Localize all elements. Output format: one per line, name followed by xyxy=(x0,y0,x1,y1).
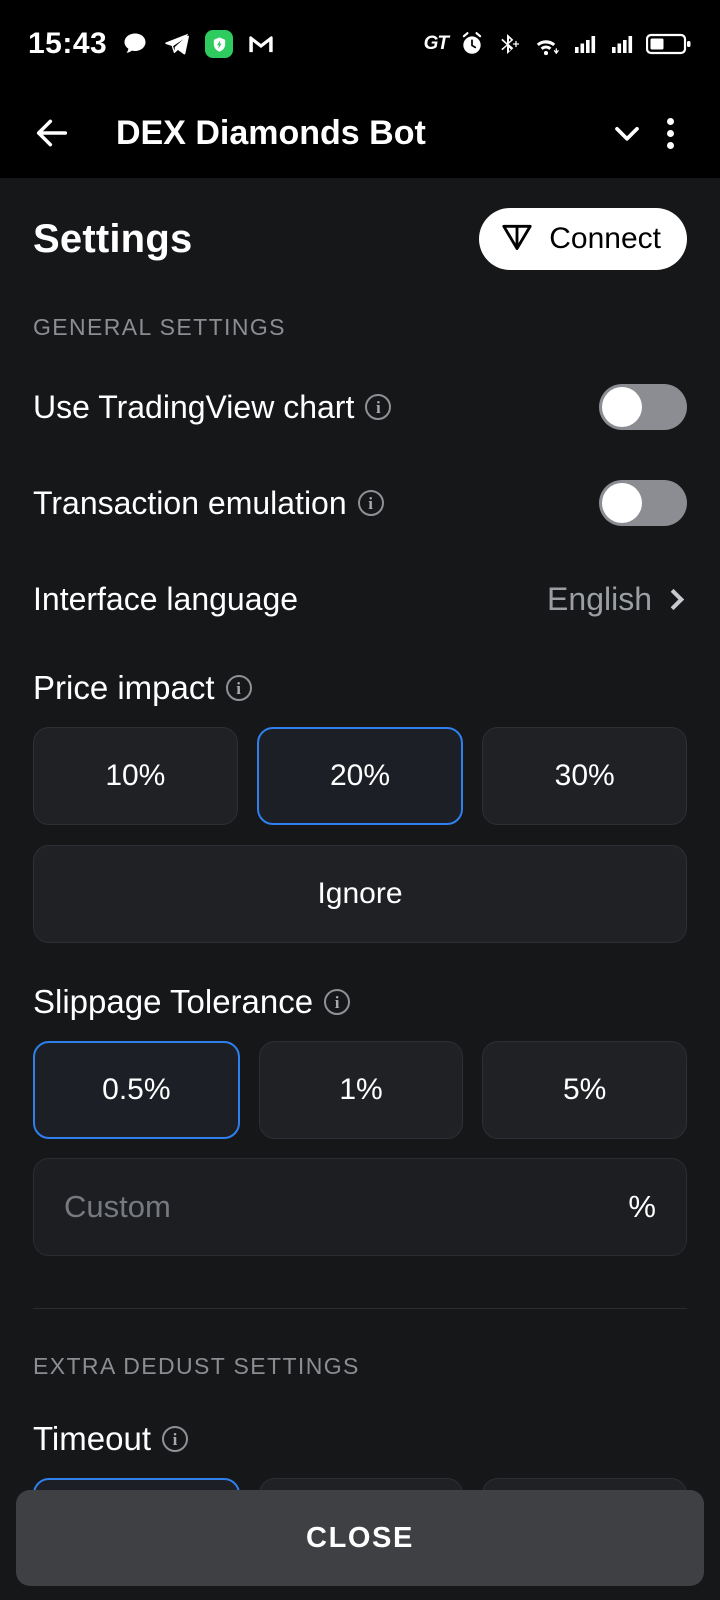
toggle-tradingview-chart[interactable] xyxy=(599,384,687,430)
info-icon-timeout[interactable]: i xyxy=(161,1426,188,1452)
close-button[interactable]: CLOSE xyxy=(16,1490,704,1586)
app-title-bar: DEX Diamonds Bot xyxy=(0,88,720,178)
row-tradingview-label-wrap: Use TradingView chart i xyxy=(33,388,392,426)
timeout-heading: Timeout i xyxy=(33,1420,687,1458)
price-impact-option-30[interactable]: 30% xyxy=(482,727,688,825)
row-emulation-right xyxy=(599,480,687,526)
percent-suffix: % xyxy=(628,1189,656,1224)
row-tradingview-right xyxy=(599,384,687,430)
wifi-icon xyxy=(531,31,561,57)
price-impact-option-ignore[interactable]: Ignore xyxy=(33,845,687,943)
slippage-heading: Slippage Tolerance i xyxy=(33,983,687,1021)
gmail-icon xyxy=(247,30,275,58)
status-clock: 15:43 xyxy=(28,27,108,60)
slippage-option-1[interactable]: 1% xyxy=(258,1041,464,1139)
price-impact-label: Price impact xyxy=(33,669,215,706)
row-tradingview-label: Use TradingView chart xyxy=(33,388,355,425)
row-language-label: Interface language xyxy=(33,580,299,617)
green-shield-app-icon xyxy=(205,30,234,58)
row-emulation-label: Transaction emulation xyxy=(33,484,347,521)
status-bar-right: GT xyxy=(424,31,692,57)
row-tradingview-chart[interactable]: Use TradingView chart i xyxy=(33,377,687,437)
telegram-icon xyxy=(163,30,191,58)
connect-button[interactable]: Connect xyxy=(479,208,687,270)
battery-icon xyxy=(646,31,692,57)
page-title: DEX Diamonds Bot xyxy=(116,113,426,152)
row-emulation-label-wrap: Transaction emulation i xyxy=(33,485,384,522)
price-impact-option-10[interactable]: 10% xyxy=(33,727,238,825)
bluetooth-icon xyxy=(496,31,520,57)
slippage-custom-field[interactable]: % xyxy=(33,1158,687,1256)
alarm-clock-icon xyxy=(459,31,485,57)
info-icon-tradingview[interactable]: i xyxy=(365,394,392,420)
kebab-menu-icon[interactable] xyxy=(651,112,690,155)
arrow-left-icon[interactable] xyxy=(30,113,74,153)
slippage-option-05[interactable]: 0.5% xyxy=(33,1041,240,1139)
chevron-right-icon[interactable] xyxy=(662,588,685,610)
signal-bars-icon xyxy=(572,32,598,56)
extra-dedust-settings-label: EXTRA DEDUST SETTINGS xyxy=(33,1353,360,1379)
general-settings-label: GENERAL SETTINGS xyxy=(33,314,286,340)
price-impact-option-20[interactable]: 20% xyxy=(256,727,464,825)
info-icon-price-impact[interactable]: i xyxy=(225,675,252,701)
status-bar: 15:43 GT xyxy=(0,0,720,88)
price-impact-options: 10% 20% 30% xyxy=(33,727,688,825)
price-impact-ignore-row: Ignore xyxy=(33,845,687,943)
slippage-custom-input[interactable] xyxy=(64,1189,629,1225)
info-icon-emulation[interactable]: i xyxy=(357,490,384,516)
chat-bubble-icon xyxy=(121,30,149,58)
status-bar-left: 15:43 xyxy=(28,27,275,61)
signal-bars-2-icon xyxy=(609,32,635,56)
gt-label: GT xyxy=(423,33,449,54)
section-divider xyxy=(33,1308,687,1309)
toggle-transaction-emulation[interactable] xyxy=(599,480,687,526)
row-language-label-wrap: Interface language xyxy=(33,581,298,618)
sheet-title: Settings xyxy=(33,216,193,261)
sheet-header: Settings Connect xyxy=(33,178,687,270)
slippage-option-5[interactable]: 5% xyxy=(482,1041,688,1139)
price-impact-heading: Price impact i xyxy=(33,669,687,707)
slippage-label: Slippage Tolerance xyxy=(33,983,314,1020)
row-transaction-emulation[interactable]: Transaction emulation i xyxy=(33,473,687,533)
row-language-right: English xyxy=(547,581,687,618)
chevron-down-icon[interactable] xyxy=(603,113,651,153)
info-icon-slippage[interactable]: i xyxy=(324,989,351,1015)
slippage-options: 0.5% 1% 5% xyxy=(33,1041,688,1139)
connect-button-label: Connect xyxy=(549,222,661,255)
settings-sheet: Settings Connect GENERAL SETTINGS Use Tr… xyxy=(0,178,720,1600)
timeout-label: Timeout xyxy=(33,1420,151,1457)
language-value: English xyxy=(547,580,652,617)
row-interface-language[interactable]: Interface language English xyxy=(33,569,687,629)
phone-screen: 15:43 GT DEX Diamonds Bot Settings Conne… xyxy=(0,0,720,1600)
ton-diamond-icon xyxy=(499,217,535,261)
